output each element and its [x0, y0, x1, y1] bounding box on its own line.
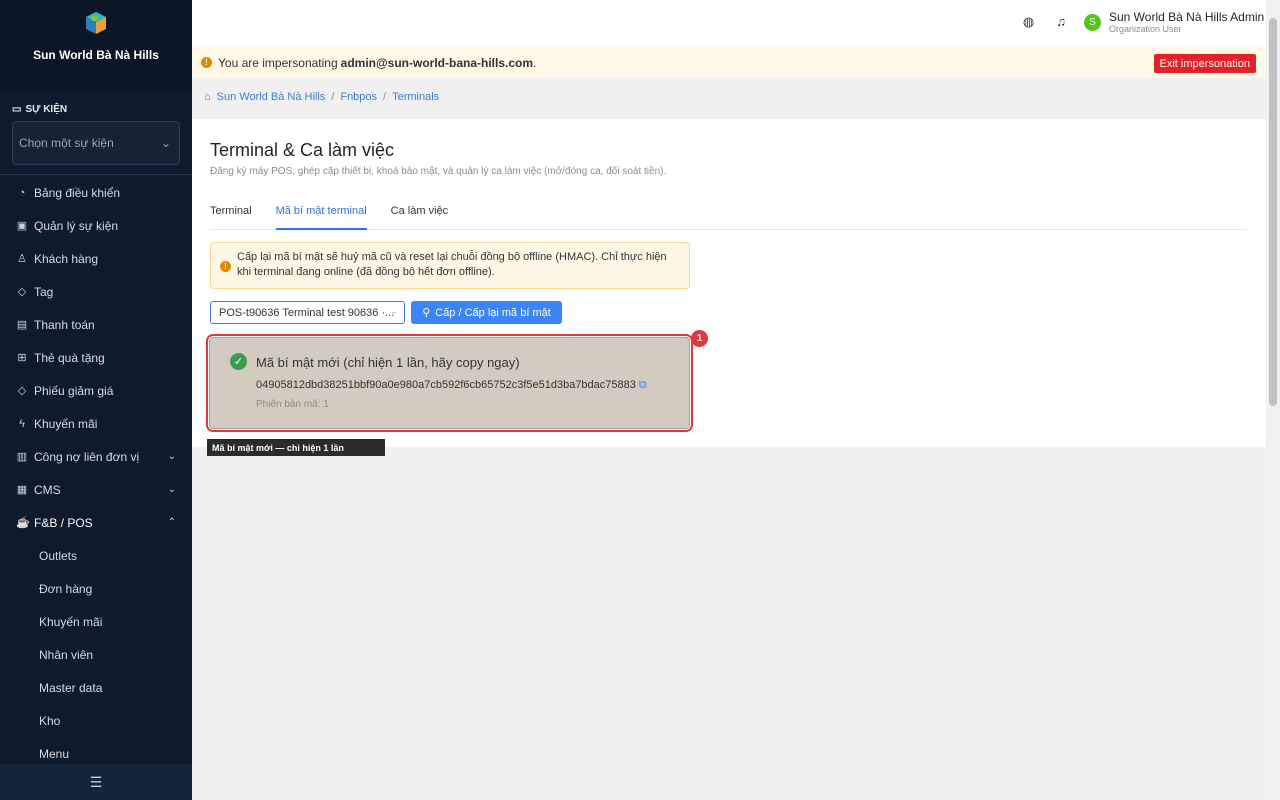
- check-circle-icon: ✓: [230, 353, 247, 370]
- annotation-tooltip: Mã bí mật mới — chỉ hiện 1 lần: [207, 439, 385, 456]
- breadcrumb-terminals[interactable]: Terminals: [392, 91, 439, 103]
- tab-shifts[interactable]: Ca làm việc: [391, 205, 448, 230]
- copy-icon[interactable]: ⧉: [639, 379, 647, 391]
- ticket-icon: ◇: [17, 385, 27, 397]
- cms-icon: ▦: [16, 484, 28, 496]
- bell-icon[interactable]: ♫: [1056, 14, 1066, 30]
- sidebar-subitem-master-data[interactable]: Master data: [0, 671, 192, 704]
- key-icon: ⚲: [422, 307, 431, 319]
- sidebar-item-gift-card[interactable]: ⊞ Thẻ quà tặng: [0, 341, 192, 374]
- collapse-sidebar-button[interactable]: ☰: [0, 764, 192, 800]
- page-title: Terminal & Ca làm việc: [210, 140, 395, 160]
- user-role: Organization User: [1109, 24, 1182, 34]
- breadcrumb-org[interactable]: Sun World Bà Nà Hills: [217, 91, 326, 103]
- result-title: Mã bí mật mới (chỉ hiện 1 lần, hãy copy …: [256, 355, 520, 370]
- tag-icon: ◇: [17, 286, 27, 298]
- warning-icon: !: [201, 57, 212, 68]
- sidebar-item-promotion[interactable]: ϟ Khuyến mãi: [0, 407, 192, 440]
- avatar: S: [1084, 13, 1101, 31]
- sidebar-item-customers[interactable]: ♙ Khách hàng: [0, 242, 192, 275]
- impersonated-email: admin@sun-world-bana-hills.com: [340, 55, 534, 70]
- user-icon: ♙: [17, 253, 27, 265]
- card-icon: ▤: [16, 319, 28, 331]
- user-menu[interactable]: S Sun World Bà Nà Hills Admin Organizati…: [1084, 10, 1264, 34]
- menu-collapse-icon: ☰: [89, 773, 103, 790]
- sidebar: Sun World Bà Nà Hills ▭ SỰ KIỆN Chọn một…: [0, 0, 192, 800]
- secret-key-row: 04905812dbd38251bbf90a0e980a7cb592f6cb65…: [256, 379, 647, 392]
- calendar-icon: ▣: [16, 220, 28, 232]
- tab-terminal-secret[interactable]: Mã bí mật terminal: [275, 205, 367, 230]
- home-icon[interactable]: ⌂: [204, 91, 211, 103]
- tab-terminal[interactable]: Terminal: [210, 205, 252, 230]
- secret-key-value: 04905812dbd38251bbf90a0e980a7cb592f6cb65…: [256, 379, 636, 391]
- sidebar-item-tag[interactable]: ◇ Tag: [0, 275, 192, 308]
- sidebar-item-fnb-pos[interactable]: ☕ F&B / POS ⌃: [0, 506, 192, 539]
- user-name: Sun World Bà Nà Hills Admin: [1109, 10, 1265, 24]
- secret-version: Phiên bản mã: 1: [256, 399, 329, 410]
- sidebar-subitem-staff[interactable]: Nhân viên: [0, 638, 192, 671]
- main-panel: Terminal & Ca làm việc Đăng ký máy POS, …: [192, 119, 1266, 447]
- breadcrumb-fnbpos[interactable]: Fnbpos: [340, 91, 377, 103]
- warning-alert: ! Cấp lại mã bí mật sẽ huỷ mã cũ và rese…: [210, 242, 690, 289]
- sidebar-item-interunit-debt[interactable]: ▥ Công nợ liên đơn vị ⌄: [0, 440, 192, 473]
- gauge-icon: ◔: [18, 186, 26, 199]
- impersonation-banner: ! You are impersonating admin@sun-world-…: [192, 47, 1266, 78]
- sidebar-subitem-outlets[interactable]: Outlets: [0, 539, 192, 572]
- chevron-up-icon: ⌃: [167, 517, 176, 528]
- sidebar-subitem-inventory[interactable]: Kho: [0, 704, 192, 737]
- globe-icon[interactable]: ◍: [1023, 14, 1034, 30]
- sidebar-item-coupon[interactable]: ◇ Phiếu giảm giá: [0, 374, 192, 407]
- terminal-select[interactable]: POS-t90636 Terminal test 90636 ·... ⌄: [210, 301, 405, 324]
- issue-secret-button[interactable]: ⚲ Cấp / Cấp lại mã bí mật: [411, 301, 562, 324]
- ledger-icon: ▥: [16, 451, 28, 463]
- sidebar-item-cms[interactable]: ▦ CMS ⌄: [0, 473, 192, 506]
- bolt-icon: ϟ: [19, 417, 25, 430]
- sidebar-item-dashboard[interactable]: ◔ Bảng điều khiển: [0, 176, 192, 209]
- header-icons: ◍ ♫: [1023, 14, 1066, 30]
- calendar-small-icon: ▭: [12, 104, 22, 115]
- chevron-down-icon: ⌄: [167, 484, 176, 495]
- logo-icon: [83, 10, 109, 36]
- chevron-down-icon: ⌄: [389, 306, 398, 317]
- sidebar-subitem-promotions[interactable]: Khuyến mãi: [0, 605, 192, 638]
- breadcrumb: ⌂ Sun World Bà Nà Hills / Fnbpos / Termi…: [204, 91, 440, 103]
- scrollbar[interactable]: [1266, 0, 1280, 800]
- event-section-label: ▭ SỰ KIỆN: [12, 104, 68, 115]
- sidebar-nav: ◔ Bảng điều khiển ▣ Quản lý sự kiện ♙ Khách…: [0, 175, 192, 770]
- tab-bar: Terminal Mã bí mật terminal Ca làm việc: [210, 205, 1247, 230]
- sidebar-subitem-orders[interactable]: Đơn hàng: [0, 572, 192, 605]
- exit-impersonation-button[interactable]: Exit impersonation: [1153, 54, 1256, 73]
- event-select[interactable]: Chọn một sự kiện ⌄: [12, 121, 180, 165]
- brand: Sun World Bà Nà Hills: [0, 0, 192, 90]
- page-description: Đăng ký máy POS, ghép cặp thiết bị, khoá…: [210, 166, 667, 177]
- sidebar-item-events[interactable]: ▣ Quản lý sự kiện: [0, 209, 192, 242]
- org-name: Sun World Bà Nà Hills: [33, 48, 159, 62]
- scrollbar-thumb[interactable]: [1269, 18, 1277, 406]
- chevron-down-icon: ⌄: [160, 136, 171, 150]
- cup-icon: ☕: [16, 517, 30, 529]
- top-bar: ◍ ♫ S Sun World Bà Nà Hills Admin Organi…: [192, 0, 1266, 47]
- warning-icon: !: [220, 261, 231, 272]
- chevron-down-icon: ⌄: [167, 451, 176, 462]
- annotation-badge: 1: [691, 330, 708, 347]
- secret-result-box: ✓ Mã bí mật mới (chỉ hiện 1 lần, hãy cop…: [206, 334, 693, 432]
- sidebar-item-payment[interactable]: ▤ Thanh toán: [0, 308, 192, 341]
- gift-icon: ⊞: [17, 352, 27, 364]
